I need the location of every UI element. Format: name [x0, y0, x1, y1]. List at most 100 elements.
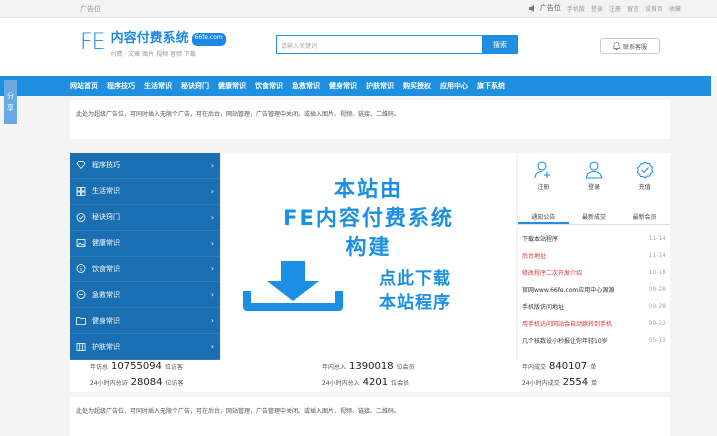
- user-panel: 注册 登录 充值 通知公告 最新成交 最新会员 下载本站程序 11-14 后台地址…: [518, 153, 670, 360]
- nav-item-health[interactable]: 健康常识: [218, 81, 246, 91]
- recharge-button[interactable]: 充值: [619, 161, 670, 191]
- menu-item-health[interactable]: 健康常识 ›: [70, 231, 220, 257]
- share-tab[interactable]: 分 享: [4, 80, 17, 124]
- top-links: 广告位 手机版 登录 注册 留言 设首页 收藏: [528, 3, 681, 13]
- logo-mark: FE: [80, 30, 106, 55]
- grid-icon: [76, 186, 86, 196]
- contact-service-button[interactable]: 联系客服: [600, 38, 660, 54]
- chevron-right-icon: ›: [210, 212, 214, 222]
- ad-banner-bottom[interactable]: 此处为超级广告位，可同时插入无限个广告，可在后台，网站管理，广告管理中关闭。或插…: [70, 397, 670, 436]
- chevron-right-icon: ›: [210, 290, 214, 300]
- stat-total-members: 年内总入 1390018 位会员: [322, 361, 415, 372]
- check-badge-icon: [636, 161, 653, 179]
- diamond-icon: [76, 161, 86, 170]
- list-item[interactable]: 手机版访问地址 09-28: [522, 298, 666, 315]
- notice-tabs: 通知公告 最新成交 最新会员: [518, 211, 670, 225]
- promo-banner[interactable]: 本站由 FE内容付费系统 构建 点此下载 本站程序: [221, 153, 516, 360]
- tab-latest-deals[interactable]: 最新成交: [569, 211, 620, 224]
- link-login[interactable]: 登录: [591, 4, 603, 13]
- contact-service-label: 联系客服: [622, 43, 647, 51]
- nav-item-first-aid[interactable]: 急救常识: [292, 81, 320, 91]
- logo-title: 内容付费系统: [110, 31, 189, 46]
- list-item[interactable]: 下载本站程序 11-14: [522, 230, 666, 247]
- header: FE 内容付费系统 66fe.com 付费 · 文章 图片 视频 音频 下载 请…: [0, 18, 717, 76]
- image-icon: [76, 239, 86, 247]
- list-item[interactable]: 用手机访问网站会自动跳转到手机 09-23: [522, 315, 666, 332]
- chevron-right-icon: ›: [210, 160, 214, 170]
- bell-icon: [612, 42, 620, 50]
- tab-notices[interactable]: 通知公告: [518, 211, 569, 224]
- menu-item-program-tips[interactable]: 程序技巧 ›: [70, 153, 220, 179]
- menu-item-secrets[interactable]: 秘诀窍门 ›: [70, 205, 220, 231]
- nav-item-skincare[interactable]: 护肤常识: [366, 81, 394, 91]
- list-item[interactable]: 修改程序二次开发介绍 10-18: [522, 264, 666, 281]
- chevron-right-icon: ›: [210, 264, 214, 274]
- register-button[interactable]: 注册: [518, 161, 569, 191]
- stat-24h-members: 24小时内总入 4201 位会员: [322, 377, 410, 388]
- site-logo[interactable]: FE 内容付费系统 66fe.com 付费 · 文章 图片 视频 音频 下载: [80, 32, 226, 58]
- ad-text: 此处为超级广告位，可同时插入无限个广告，可在后台，网站管理，广告管理中关闭。或插…: [76, 111, 401, 118]
- menu-item-first-aid[interactable]: 急救常识 ›: [70, 282, 220, 309]
- speaker-icon: [528, 4, 534, 12]
- link-mobile[interactable]: 手机版: [567, 4, 585, 13]
- info-icon: [76, 264, 86, 274]
- list-item[interactable]: 后台地址 11-14: [522, 247, 666, 264]
- stat-24h-deals: 24小时内成交 2554 单: [522, 377, 598, 388]
- search-button[interactable]: 搜索: [482, 35, 518, 54]
- link-set-home[interactable]: 设首页: [645, 4, 663, 13]
- link-message[interactable]: 留言: [627, 4, 639, 13]
- menu-item-skincare[interactable]: 护肤常识 ›: [70, 334, 220, 360]
- list-item[interactable]: 官网www.66fe.com应用中心源源 09-28: [522, 281, 666, 298]
- logo-subtitle: 付费 · 文章 图片 视频 音频 下载: [110, 51, 196, 58]
- banner-line-3: 构建: [345, 235, 392, 259]
- nav-item-systems[interactable]: 旗下系统: [477, 81, 505, 91]
- check-circle-icon: [76, 212, 86, 222]
- search-input[interactable]: 请输入关键词: [276, 35, 482, 54]
- list-item[interactable]: 几个核数设小秒报让你年轻10岁 05-13: [522, 332, 666, 349]
- top-ad-label: 广告位: [539, 4, 561, 12]
- chevron-right-icon: ›: [210, 186, 214, 196]
- link-favorite[interactable]: 收藏: [669, 4, 681, 13]
- banner-download-line-2: 本站程序: [379, 293, 451, 313]
- tab-latest-members[interactable]: 最新会员: [619, 211, 670, 224]
- logo-badge: 66fe.com: [191, 33, 226, 46]
- search-bar: 请输入关键词 搜索: [276, 35, 518, 54]
- ad-text: 此处为超级广告位，可同时插入无限个广告，可在后台，网站管理，广告管理中关闭。或插…: [76, 408, 401, 415]
- notice-list: 下载本站程序 11-14 后台地址 11-14 修改程序二次开发介绍 10-18 官网…: [522, 230, 666, 349]
- category-menu: 程序技巧 › 生活常识 › 秘诀窍门 › 健康常识 › 饮食常识 › 急救常识 …: [70, 153, 220, 360]
- chevron-right-icon: ›: [210, 238, 214, 248]
- nav-item-secrets[interactable]: 秘诀窍门: [181, 81, 209, 91]
- site-stats: 年访总 10755094 位访客 年内总入 1390018 位会员 年内成交 840107…: [70, 360, 670, 392]
- nav-item-program-tips[interactable]: 程序技巧: [107, 81, 135, 91]
- nav-item-diet[interactable]: 饮食常识: [255, 81, 283, 91]
- stat-total-deals: 年内成交 840107 单: [522, 361, 597, 372]
- columns-icon: [76, 342, 86, 351]
- download-icon: [243, 261, 343, 311]
- user-add-icon: [534, 161, 551, 179]
- nav-item-app-center[interactable]: 应用中心: [440, 81, 468, 91]
- top-ad[interactable]: 广告位: [528, 3, 561, 13]
- ad-banner-top[interactable]: 此处为超级广告位，可同时插入无限个广告，可在后台，网站管理，广告管理中关闭。或插…: [70, 100, 670, 139]
- link-register[interactable]: 注册: [609, 4, 621, 13]
- top-ad-slot: 广告位: [80, 5, 101, 13]
- login-button[interactable]: 登录: [569, 161, 620, 191]
- user-icon: [585, 161, 603, 179]
- top-bar: 广告位 广告位 手机版 登录 注册 留言 设首页 收藏: [0, 0, 717, 18]
- chevron-right-icon: ›: [210, 342, 214, 352]
- menu-item-diet[interactable]: 饮食常识 ›: [70, 257, 220, 283]
- chevron-right-icon: ›: [210, 316, 214, 326]
- banner-line-2: FE内容付费系统: [283, 206, 454, 230]
- stat-total-visits: 年访总 10755094 位访客: [90, 361, 183, 372]
- menu-item-fitness[interactable]: 健身常识 ›: [70, 308, 220, 335]
- stat-24h-visits: 24小时内总访 28084 位访客: [90, 377, 184, 388]
- main-nav: 网站首页 程序技巧 生活常识 秘诀窍门 健康常识 饮食常识 急救常识 健身常识 …: [0, 76, 711, 96]
- banner-line-1: 本站由: [334, 177, 403, 201]
- banner-download-line-1: 点此下载: [379, 269, 451, 289]
- folder-icon: [76, 316, 86, 325]
- minus-circle-icon: [76, 290, 86, 300]
- menu-item-life[interactable]: 生活常识 ›: [70, 179, 220, 205]
- nav-item-buy-license[interactable]: 购买授权: [403, 81, 431, 91]
- nav-item-home[interactable]: 网站首页: [70, 81, 98, 91]
- nav-item-fitness[interactable]: 健身常识: [329, 81, 357, 91]
- nav-item-life[interactable]: 生活常识: [144, 81, 172, 91]
